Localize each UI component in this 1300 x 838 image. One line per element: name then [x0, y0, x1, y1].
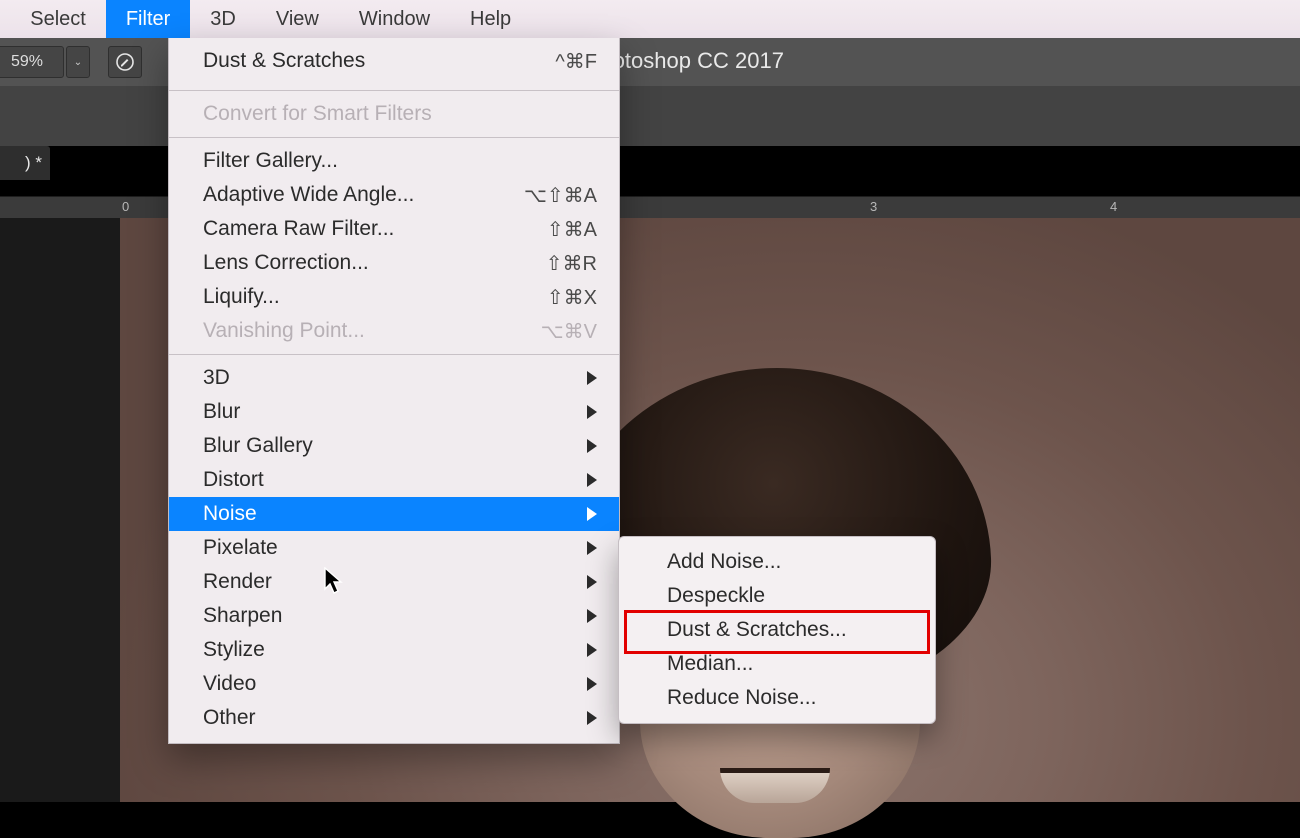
submenu-arrow-icon	[587, 507, 597, 521]
menu-item-adaptive-wide-angle[interactable]: Adaptive Wide Angle... ⌥⇧⌘A	[169, 178, 619, 212]
menu-separator	[169, 137, 619, 138]
ruler-mark: 4	[1110, 199, 1117, 214]
noise-submenu: Add Noise... Despeckle Dust & Scratches.…	[618, 536, 936, 724]
menu-item-video-sub[interactable]: Video	[169, 667, 619, 701]
menu-item-shortcut: ⌥⇧⌘A	[524, 183, 597, 208]
pencil-circle-icon	[115, 52, 135, 72]
submenu-item-add-noise[interactable]: Add Noise...	[619, 545, 935, 579]
submenu-arrow-icon	[587, 405, 597, 419]
submenu-item-reduce-noise[interactable]: Reduce Noise...	[619, 681, 935, 715]
submenu-item-median[interactable]: Median...	[619, 647, 935, 681]
submenu-arrow-icon	[587, 371, 597, 385]
menu-item-distort-sub[interactable]: Distort	[169, 463, 619, 497]
menu-item-lens-correction[interactable]: Lens Correction... ⇧⌘R	[169, 246, 619, 280]
menu-item-label: Camera Raw Filter...	[203, 217, 394, 241]
menu-item-label: Convert for Smart Filters	[203, 102, 432, 126]
ruler-mark: 3	[870, 199, 877, 214]
menu-item-noise-sub[interactable]: Noise	[169, 497, 619, 531]
submenu-arrow-icon	[587, 575, 597, 589]
menu-item-shortcut: ⇧⌘X	[547, 285, 597, 310]
menu-type[interactable]: ype	[0, 0, 10, 38]
submenu-arrow-icon	[587, 439, 597, 453]
menu-window[interactable]: Window	[339, 0, 450, 38]
zoom-level-field[interactable]: 59%	[0, 46, 64, 78]
menu-item-label: Render	[203, 570, 272, 594]
menu-item-camera-raw-filter[interactable]: Camera Raw Filter... ⇧⌘A	[169, 212, 619, 246]
menu-item-label: Sharpen	[203, 604, 282, 628]
menu-item-label: Filter Gallery...	[203, 149, 338, 173]
menu-item-convert-smart-filters: Convert for Smart Filters	[169, 97, 619, 131]
menu-3d[interactable]: 3D	[190, 0, 256, 38]
menu-item-label: Distort	[203, 468, 264, 492]
menu-item-label: 3D	[203, 366, 230, 390]
menu-item-label: Vanishing Point...	[203, 319, 365, 343]
menu-item-shortcut: ⌥⌘V	[541, 319, 597, 344]
menu-filter[interactable]: Filter	[106, 0, 190, 38]
menu-item-label: Blur	[203, 400, 240, 424]
menu-item-label: Noise	[203, 502, 257, 526]
submenu-arrow-icon	[587, 711, 597, 725]
menu-item-shortcut: ^⌘F	[555, 49, 597, 74]
submenu-arrow-icon	[587, 541, 597, 555]
menu-item-pixelate-sub[interactable]: Pixelate	[169, 531, 619, 565]
menu-item-other-sub[interactable]: Other	[169, 701, 619, 735]
ruler-mark: 0	[122, 199, 129, 214]
document-tab[interactable]: ) *	[0, 146, 50, 180]
menu-item-3d-sub[interactable]: 3D	[169, 361, 619, 395]
menu-item-label: Other	[203, 706, 256, 730]
menu-item-render-sub[interactable]: Render	[169, 565, 619, 599]
menu-item-blur-sub[interactable]: Blur	[169, 395, 619, 429]
menu-item-shortcut: ⇧⌘R	[546, 251, 597, 276]
edit-icon-button[interactable]	[108, 46, 142, 78]
menu-item-label: Dust & Scratches	[203, 49, 365, 73]
menu-item-label: Blur Gallery	[203, 434, 313, 458]
menu-item-stylize-sub[interactable]: Stylize	[169, 633, 619, 667]
submenu-arrow-icon	[587, 609, 597, 623]
menu-item-label: Liquify...	[203, 285, 280, 309]
menu-item-label: Stylize	[203, 638, 265, 662]
menu-item-label: Pixelate	[203, 536, 278, 560]
menu-select[interactable]: Select	[10, 0, 106, 38]
menu-view[interactable]: View	[256, 0, 339, 38]
submenu-arrow-icon	[587, 677, 597, 691]
menu-item-last-filter[interactable]: Dust & Scratches ^⌘F	[169, 38, 619, 84]
submenu-arrow-icon	[587, 473, 597, 487]
menu-item-liquify[interactable]: Liquify... ⇧⌘X	[169, 280, 619, 314]
menu-item-shortcut: ⇧⌘A	[547, 217, 597, 242]
menu-item-label: Adaptive Wide Angle...	[203, 183, 414, 207]
menu-item-sharpen-sub[interactable]: Sharpen	[169, 599, 619, 633]
menu-item-blur-gallery-sub[interactable]: Blur Gallery	[169, 429, 619, 463]
menu-separator	[169, 354, 619, 355]
submenu-item-dust-scratches[interactable]: Dust & Scratches...	[619, 613, 935, 647]
filter-menu-dropdown: Dust & Scratches ^⌘F Convert for Smart F…	[168, 38, 620, 744]
menu-bar: ype Select Filter 3D View Window Help	[0, 0, 1300, 38]
menu-item-vanishing-point: Vanishing Point... ⌥⌘V	[169, 314, 619, 348]
submenu-item-despeckle[interactable]: Despeckle	[619, 579, 935, 613]
zoom-dropdown-button[interactable]: ⌄	[66, 46, 90, 78]
menu-item-label: Lens Correction...	[203, 251, 369, 275]
submenu-arrow-icon	[587, 643, 597, 657]
menu-separator	[169, 90, 619, 91]
menu-item-label: Video	[203, 672, 256, 696]
menu-help[interactable]: Help	[450, 0, 531, 38]
menu-item-filter-gallery[interactable]: Filter Gallery...	[169, 144, 619, 178]
